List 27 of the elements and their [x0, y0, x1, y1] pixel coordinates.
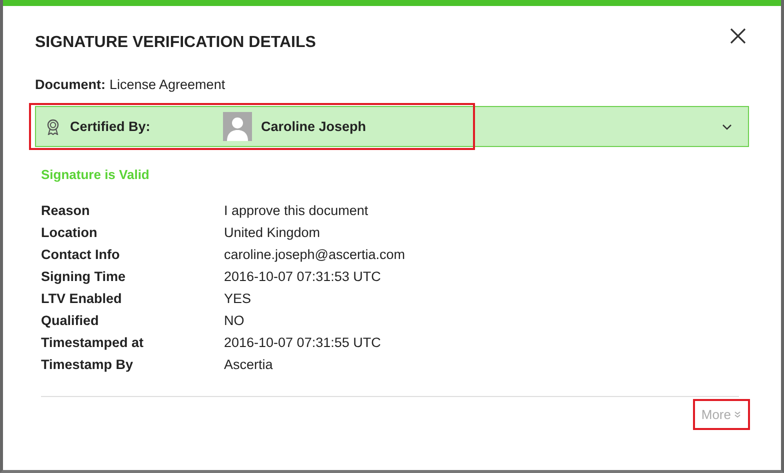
double-chevron-icon	[734, 411, 741, 418]
detail-label: Timestamped at	[41, 334, 145, 350]
detail-label: Location	[41, 224, 98, 240]
detail-label: Contact Info	[41, 246, 121, 262]
award-icon	[46, 118, 60, 134]
detail-value: 2016-10-07 07:31:53 UTC	[224, 268, 381, 284]
signer-name: Caroline Joseph	[261, 119, 368, 134]
detail-value: caroline.joseph@ascertia.com	[224, 246, 406, 262]
dialog-title: SIGNATURE VERIFICATION DETAILS	[35, 34, 316, 52]
detail-value: NO	[224, 312, 244, 328]
detail-label: Timestamp By	[41, 356, 134, 372]
detail-value: YES	[224, 290, 252, 306]
close-icon[interactable]	[730, 28, 746, 44]
detail-label: Signing Time	[41, 268, 127, 284]
chevron-icon	[722, 124, 732, 130]
detail-label: Qualified	[41, 312, 100, 328]
detail-value: Ascertia	[224, 356, 273, 372]
document-name: License Agreement	[110, 77, 226, 92]
avatar-icon	[223, 112, 252, 141]
document-label: Document:	[35, 77, 106, 92]
status-text: Signature is Valid	[41, 167, 150, 182]
detail-value: 2016-10-07 07:31:55 UTC	[224, 334, 381, 350]
detail-label: LTV Enabled	[41, 290, 123, 306]
detail-label: Reason	[41, 202, 91, 218]
certified-by-label: Certified By:	[70, 119, 152, 134]
detail-value: United Kingdom	[224, 224, 320, 240]
detail-value: I approve this document	[224, 202, 368, 218]
